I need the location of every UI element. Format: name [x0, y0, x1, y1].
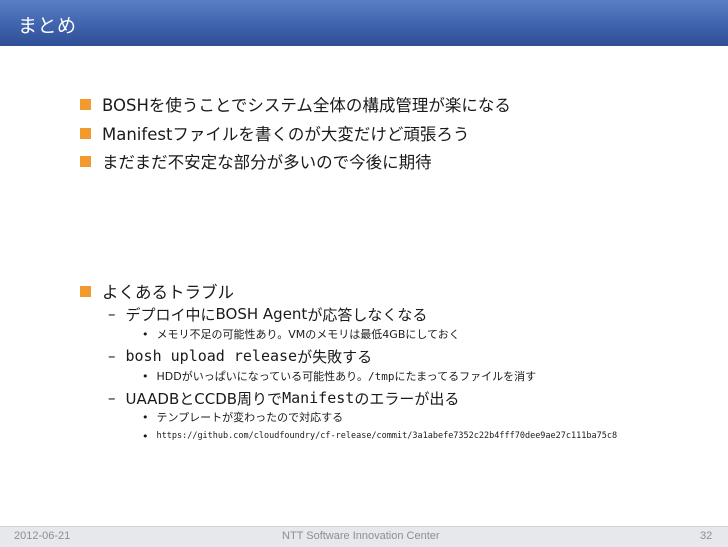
orange-square-bullet-icon — [80, 98, 91, 110]
trouble-item-code: bosh upload release — [125, 347, 298, 365]
orange-square-bullet-icon — [80, 285, 91, 297]
trouble-item-suffix: のエラーが出る — [354, 389, 460, 408]
trouble-item: – bosh upload release が失敗する — [108, 345, 372, 367]
footer-organization: NTT Software Innovation Center — [282, 530, 440, 542]
trouble-item-prefix: デプロイ中に — [125, 305, 216, 324]
trouble-subitem: • テンプレートが変わったので対応する — [142, 408, 343, 426]
summary-bullet-text: BOSHを使うことでシステム全体の構成管理が楽になる — [102, 96, 511, 115]
dot-bullet-icon: • — [142, 369, 149, 383]
trouble-item-suffix: が失敗する — [297, 347, 373, 366]
trouble-subitem: • HDDがいっぱいになっている可能性あり。 /tmp にたまってるファイルを消… — [142, 367, 536, 385]
dash-bullet-icon: – — [108, 389, 116, 407]
page-number: 32 — [700, 530, 713, 542]
trouble-subitem-text: にたまってるファイルを消す — [394, 370, 537, 383]
footer-date: 2012-06-21 — [14, 530, 71, 542]
summary-bullet-text: まだまだ不安定な部分が多いので今後に期待 — [102, 153, 432, 172]
dot-bullet-icon: • — [142, 410, 149, 424]
trouble-item: – デプロイ中に BOSH Agent が応答しなくなる — [108, 303, 427, 325]
slide-content: BOSHを使うことでシステム全体の構成管理が楽になる Manifestファイルを… — [0, 0, 728, 520]
summary-bullet-text: Manifestファイルを書くのが大変だけど頑張ろう — [102, 125, 470, 144]
orange-square-bullet-icon — [80, 155, 91, 167]
summary-bullet: まだまだ不安定な部分が多いので今後に期待 — [80, 149, 432, 173]
trouble-subitem-text: テンプレートが変わったので対応する — [156, 411, 344, 424]
trouble-heading-text: よくあるトラブル — [102, 283, 234, 302]
summary-bullet: Manifestファイルを書くのが大変だけど頑張ろう — [80, 121, 469, 145]
summary-bullet: BOSHを使うことでシステム全体の構成管理が楽になる — [80, 92, 511, 116]
footer-bar: 2012-06-21 NTT Software Innovation Cente… — [0, 526, 728, 547]
dot-bullet-icon: • — [142, 327, 149, 341]
orange-square-bullet-icon — [80, 127, 91, 139]
trouble-item-prefix: UAADBとCCDB周りで — [125, 389, 283, 408]
trouble-subitem: • メモリ不足の可能性あり。VMのメモリは最低4GBにしておく — [142, 325, 460, 343]
trouble-subitem: • https://github.com/cloudfoundry/cf-rel… — [142, 427, 617, 445]
trouble-item-code: Manifest — [282, 389, 355, 407]
trouble-item: – UAADBとCCDB周りで Manifest のエラーが出る — [108, 387, 459, 409]
trouble-subitem-text: HDDがいっぱいになっている可能性あり。 — [156, 370, 368, 383]
dash-bullet-icon: – — [108, 347, 116, 365]
slide: まとめ BOSHを使うことでシステム全体の構成管理が楽になる Manifestフ… — [0, 0, 728, 547]
dash-bullet-icon: – — [108, 305, 116, 323]
trouble-subitem-text: メモリ不足の可能性あり。VMのメモリは最低4GBにしておく — [156, 328, 460, 341]
trouble-subitem-code: /tmp — [367, 369, 395, 383]
trouble-item-suffix: が応答しなくなる — [307, 305, 428, 324]
trouble-item-code: BOSH Agent — [215, 305, 308, 323]
commit-url-link[interactable]: https://github.com/cloudfoundry/cf-relea… — [157, 431, 618, 441]
trouble-heading: よくあるトラブル — [80, 279, 234, 303]
dot-bullet-icon: • — [142, 429, 149, 443]
